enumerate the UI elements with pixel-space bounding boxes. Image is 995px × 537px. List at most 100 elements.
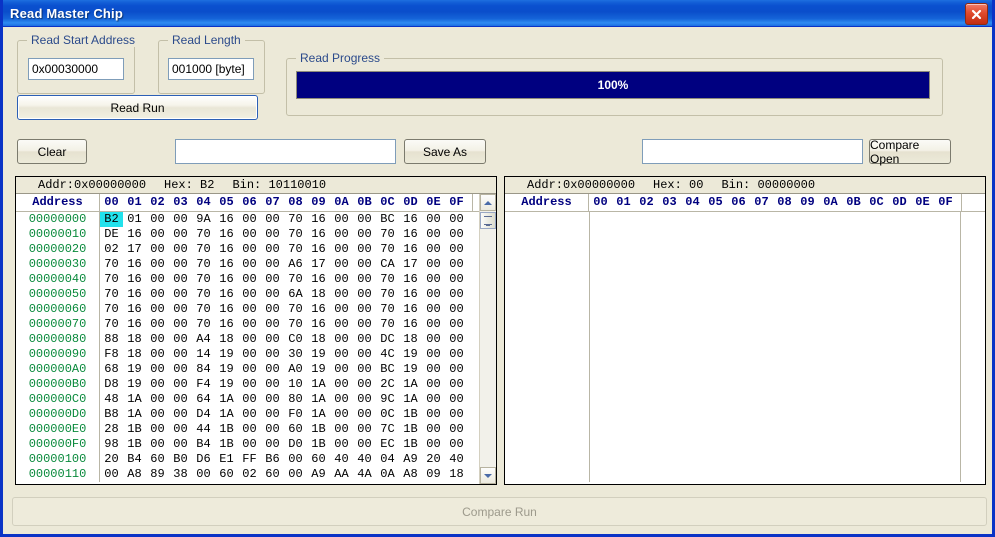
hex-byte-cell[interactable]: 16 [215, 242, 238, 257]
hex-byte-cell[interactable]: 00 [238, 257, 261, 272]
hex-byte-cell[interactable]: 19 [307, 362, 330, 377]
hex-row[interactable]: 000000C0 48 1A 00 00 64 1A 00 00 80 1A 00 00 9C 1A 00 00 [16, 392, 479, 407]
hex-byte-cell[interactable]: 00 [330, 407, 353, 422]
hex-byte-cell[interactable]: 00 [169, 272, 192, 287]
hex-byte-cell[interactable]: 00 [445, 362, 468, 377]
hex-byte-cell[interactable]: 00 [330, 377, 353, 392]
hex-byte-cell[interactable]: 64 [192, 392, 215, 407]
hex-byte-cell[interactable]: 70 [192, 272, 215, 287]
hex-byte-cell[interactable]: 00 [146, 287, 169, 302]
hex-byte-cell[interactable]: 70 [284, 272, 307, 287]
hex-byte-cell[interactable]: 80 [284, 392, 307, 407]
hex-byte-cell[interactable]: 00 [422, 272, 445, 287]
hex-byte-cell[interactable]: 19 [215, 347, 238, 362]
hex-byte-cell[interactable]: 70 [376, 227, 399, 242]
hex-byte-cell[interactable]: 1B [399, 437, 422, 452]
hex-byte-cell[interactable]: 16 [215, 227, 238, 242]
hex-byte-cell[interactable]: 16 [215, 317, 238, 332]
hex-byte-cell[interactable]: 30 [284, 347, 307, 362]
hex-byte-cell[interactable]: A9 [399, 452, 422, 467]
hex-row[interactable]: 00000070 70 16 00 00 70 16 00 00 70 16 00 00 70 16 00 00 [16, 317, 479, 332]
hex-byte-cell[interactable]: 00 [330, 272, 353, 287]
hex-byte-cell[interactable]: C0 [284, 332, 307, 347]
hex-byte-cell[interactable]: 70 [100, 257, 123, 272]
hex-byte-cell[interactable]: 70 [376, 272, 399, 287]
hex-byte-cell[interactable]: 17 [123, 242, 146, 257]
hex-byte-cell[interactable]: 19 [215, 362, 238, 377]
hex-byte-cell[interactable]: 18 [123, 347, 146, 362]
hex-byte-cell[interactable]: 00 [445, 242, 468, 257]
hex-byte-cell[interactable]: 00 [353, 317, 376, 332]
hex-byte-cell[interactable]: 70 [192, 317, 215, 332]
hex-byte-cell[interactable]: 16 [399, 317, 422, 332]
hex-byte-cell[interactable]: 00 [169, 377, 192, 392]
hex-byte-cell[interactable]: 00 [353, 332, 376, 347]
hex-byte-cell[interactable]: 16 [215, 302, 238, 317]
hex-byte-cell[interactable]: 00 [146, 392, 169, 407]
hex-byte-cell[interactable]: 16 [307, 227, 330, 242]
hex-byte-cell[interactable]: 01 [123, 212, 146, 227]
hex-byte-cell[interactable]: 40 [330, 452, 353, 467]
hex-byte-cell[interactable]: 00 [146, 317, 169, 332]
hex-byte-cell[interactable]: A4 [192, 332, 215, 347]
hex-byte-cell[interactable]: 00 [238, 287, 261, 302]
hex-byte-cell[interactable]: 00 [146, 302, 169, 317]
hex-byte-cell[interactable]: 00 [330, 422, 353, 437]
hex-byte-cell[interactable]: 02 [238, 467, 261, 482]
hex-byte-cell[interactable]: 40 [445, 452, 468, 467]
hex-byte-cell[interactable]: 1A [215, 392, 238, 407]
hex-byte-cell[interactable]: 88 [100, 332, 123, 347]
hex-byte-cell[interactable]: 00 [422, 347, 445, 362]
hex-byte-cell[interactable]: 00 [353, 212, 376, 227]
hex-byte-cell[interactable]: 00 [261, 272, 284, 287]
hex-byte-cell[interactable]: 00 [238, 227, 261, 242]
hex-byte-cell[interactable]: F8 [100, 347, 123, 362]
hex-byte-cell[interactable]: 00 [146, 332, 169, 347]
hex-byte-cell[interactable]: 00 [261, 347, 284, 362]
hex-byte-cell[interactable]: 00 [169, 392, 192, 407]
hex-row[interactable]: 00000110 00 A8 89 38 00 60 02 60 00 A9 AA 4A 0A A8 09 18 [16, 467, 479, 482]
hex-byte-cell[interactable]: 16 [399, 302, 422, 317]
hex-byte-cell[interactable]: 00 [330, 347, 353, 362]
hex-byte-cell[interactable]: 00 [353, 242, 376, 257]
hex-row[interactable]: 000000B0 D8 19 00 00 F4 19 00 00 10 1A 00 00 2C 1A 00 00 [16, 377, 479, 392]
hex-byte-cell[interactable]: 00 [261, 362, 284, 377]
hex-byte-cell[interactable]: 19 [215, 377, 238, 392]
hex-byte-cell[interactable]: 7C [376, 422, 399, 437]
hex-byte-cell[interactable]: 09 [422, 467, 445, 482]
hex-byte-cell[interactable]: 00 [353, 377, 376, 392]
hex-byte-cell[interactable]: 00 [238, 422, 261, 437]
hex-byte-cell[interactable]: 00 [261, 227, 284, 242]
hex-byte-cell[interactable]: 70 [284, 317, 307, 332]
hex-byte-cell[interactable]: 16 [123, 257, 146, 272]
hex-byte-cell[interactable]: 1B [307, 437, 330, 452]
hex-row[interactable]: 000000E0 28 1B 00 00 44 1B 00 00 60 1B 00 00 7C 1B 00 00 [16, 422, 479, 437]
hex-byte-cell[interactable]: 00 [422, 362, 445, 377]
hex-byte-cell[interactable]: B2 [100, 212, 123, 227]
hex-byte-cell[interactable]: 00 [445, 272, 468, 287]
hex-byte-cell[interactable]: 70 [192, 257, 215, 272]
hex-byte-cell[interactable]: 19 [307, 347, 330, 362]
hex-byte-cell[interactable]: 44 [192, 422, 215, 437]
save-as-button[interactable]: Save As [404, 139, 486, 164]
hex-byte-cell[interactable]: EC [376, 437, 399, 452]
hex-byte-cell[interactable]: 00 [445, 347, 468, 362]
read-start-address-input[interactable] [28, 58, 124, 80]
hex-byte-cell[interactable]: B6 [261, 452, 284, 467]
hex-byte-cell[interactable]: 00 [261, 242, 284, 257]
scroll-thumb[interactable] [480, 212, 496, 229]
hex-byte-cell[interactable]: 1B [123, 437, 146, 452]
hex-byte-cell[interactable]: 00 [238, 317, 261, 332]
hex-row[interactable]: 00000030 70 16 00 00 70 16 00 00 A6 17 00 00 CA 17 00 00 [16, 257, 479, 272]
hex-byte-cell[interactable]: 1B [215, 437, 238, 452]
hex-byte-cell[interactable]: BC [376, 362, 399, 377]
hex-byte-cell[interactable]: D0 [284, 437, 307, 452]
hex-byte-cell[interactable]: 00 [261, 302, 284, 317]
hex-byte-cell[interactable]: 4C [376, 347, 399, 362]
hex-row[interactable]: 00000060 70 16 00 00 70 16 00 00 70 16 00 00 70 16 00 00 [16, 302, 479, 317]
hex-byte-cell[interactable]: 00 [261, 437, 284, 452]
hex-byte-cell[interactable]: 00 [238, 437, 261, 452]
hex-byte-cell[interactable]: 00 [422, 437, 445, 452]
hex-byte-cell[interactable]: 00 [169, 437, 192, 452]
hex-byte-cell[interactable]: A0 [284, 362, 307, 377]
